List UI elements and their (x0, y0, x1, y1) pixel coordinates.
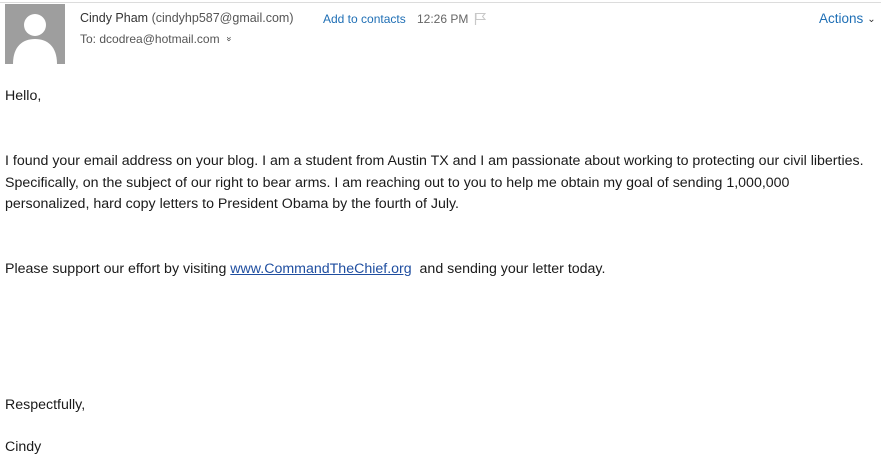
paragraph-2-start: Please support our effort by visiting (5, 261, 231, 277)
greeting: Hello, (5, 88, 42, 104)
flag-icon[interactable] (474, 12, 487, 30)
received-time: 12:26 PM (417, 12, 469, 26)
sender-avatar (5, 4, 65, 64)
actions-label: Actions (819, 11, 864, 26)
sender-email: (cindyhp587@gmail.com) (151, 11, 294, 25)
paragraph-2: Please support our effort by visiting ww… (5, 259, 875, 281)
sender-line: Cindy Pham (cindyhp587@gmail.com) (80, 11, 294, 25)
expand-recipients-icon[interactable]: » (224, 36, 234, 41)
actions-menu-button[interactable]: Actions ⌄ (819, 11, 876, 26)
campaign-link[interactable]: www.CommandTheChief.org (230, 261, 411, 277)
recipient-address: dcodrea@hotmail.com (99, 32, 220, 46)
header-divider (0, 2, 881, 3)
chevron-down-icon: ⌄ (867, 14, 876, 25)
paragraph-1: I found your email address on your blog.… (5, 153, 864, 212)
closing: Respectfully, (5, 397, 86, 413)
recipient-line: To: dcodrea@hotmail.com » (80, 32, 234, 46)
paragraph-2-end: and sending your letter today. (411, 261, 606, 277)
sender-name: Cindy Pham (80, 11, 149, 25)
person-icon (5, 4, 65, 64)
signature: Cindy (5, 439, 42, 455)
add-to-contacts-link[interactable]: Add to contacts (323, 12, 406, 26)
to-prefix: To: (80, 32, 97, 46)
